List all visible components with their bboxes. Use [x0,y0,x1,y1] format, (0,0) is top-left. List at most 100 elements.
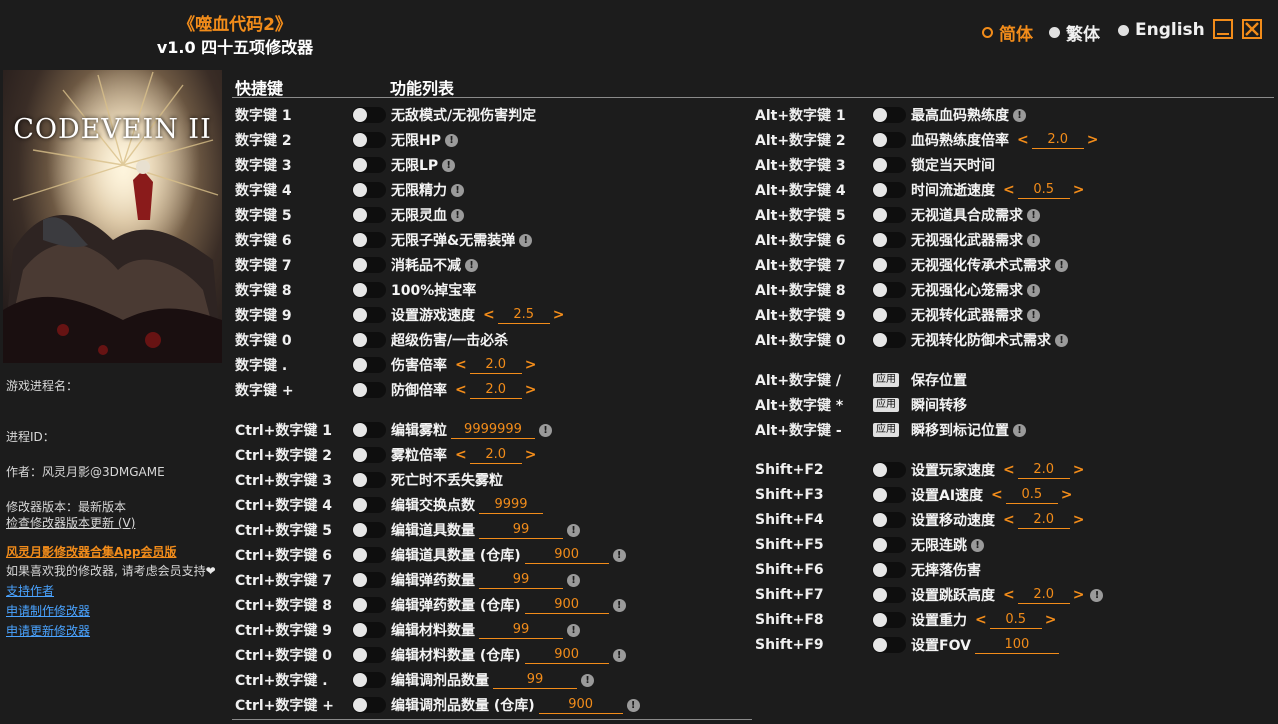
toggle-switch[interactable] [872,562,906,578]
decrease-arrow-icon[interactable]: < [453,382,469,398]
toggle-switch[interactable] [872,232,906,248]
toggle-switch[interactable] [352,647,386,663]
toggle-switch[interactable] [352,307,386,323]
support-author-link[interactable]: 支持作者 [6,582,54,599]
lang-english-option[interactable]: English [1118,20,1205,40]
value-input[interactable]: 9999 [479,497,543,514]
toggle-switch[interactable] [352,257,386,273]
toggle-switch[interactable] [872,307,906,323]
increase-arrow-icon[interactable]: > [551,307,567,323]
value-input[interactable]: 2.0 [1031,132,1084,149]
value-input[interactable]: 9999999 [451,422,535,439]
request-new-link[interactable]: 申请制作修改器 [6,602,90,619]
toggle-switch[interactable] [872,132,906,148]
toggle-switch[interactable] [352,132,386,148]
toggle-switch[interactable] [352,447,386,463]
toggle-switch[interactable] [872,587,906,603]
toggle-switch[interactable] [352,332,386,348]
decrease-arrow-icon[interactable]: < [1001,512,1017,528]
toggle-switch[interactable] [352,472,386,488]
value-input[interactable]: 100 [974,637,1059,654]
decrease-arrow-icon[interactable]: < [481,307,497,323]
toggle-switch[interactable] [872,637,906,653]
toggle-switch[interactable] [872,487,906,503]
value-input[interactable]: 2.0 [469,357,522,374]
toggle-switch[interactable] [352,357,386,373]
minimize-button[interactable] [1213,19,1233,39]
toggle-switch[interactable] [352,672,386,688]
toggle-switch[interactable] [352,282,386,298]
value-input[interactable]: 0.5 [989,612,1042,629]
toggle-switch[interactable] [352,207,386,223]
value-input[interactable]: 99 [479,572,563,589]
increase-arrow-icon[interactable]: > [1085,132,1101,148]
value-input[interactable]: 2.5 [497,307,550,324]
decrease-arrow-icon[interactable]: < [453,447,469,463]
toggle-switch[interactable] [872,282,906,298]
apply-button[interactable]: 应用 [873,423,899,437]
toggle-switch[interactable] [352,697,386,713]
value-input[interactable]: 900 [538,697,623,714]
toggle-switch[interactable] [872,107,906,123]
toggle-switch[interactable] [352,182,386,198]
value-input[interactable]: 99 [493,672,577,689]
decrease-arrow-icon[interactable]: < [989,487,1005,503]
request-update-link[interactable]: 申请更新修改器 [6,622,90,639]
toggle-switch[interactable] [352,157,386,173]
value-input[interactable]: 99 [479,522,563,539]
toggle-switch[interactable] [352,232,386,248]
toggle-switch[interactable] [872,257,906,273]
toggle-switch[interactable] [872,462,906,478]
toggle-switch[interactable] [352,522,386,538]
increase-arrow-icon[interactable]: > [1071,182,1087,198]
value-input[interactable]: 0.5 [1005,487,1058,504]
value-input[interactable]: 900 [524,547,609,564]
increase-arrow-icon[interactable]: > [523,382,539,398]
lang-traditional-option[interactable]: 繁体 [1049,20,1100,45]
toggle-switch[interactable] [872,537,906,553]
decrease-arrow-icon[interactable]: < [1001,587,1017,603]
increase-arrow-icon[interactable]: > [523,447,539,463]
toggle-switch[interactable] [352,422,386,438]
toggle-switch[interactable] [872,182,906,198]
toggle-switch[interactable] [352,107,386,123]
feature-row: 数字键 4 无限精力! [235,179,755,201]
increase-arrow-icon[interactable]: > [1043,612,1059,628]
value-input[interactable]: 2.0 [1017,512,1070,529]
decrease-arrow-icon[interactable]: < [1001,182,1017,198]
toggle-switch[interactable] [872,332,906,348]
lang-simplified-option[interactable]: 简体 [982,20,1033,45]
value-input[interactable]: 99 [479,622,563,639]
decrease-arrow-icon[interactable]: < [1001,462,1017,478]
apply-button[interactable]: 应用 [873,398,899,412]
toggle-switch[interactable] [872,612,906,628]
value-input[interactable]: 2.0 [469,382,522,399]
toggle-switch[interactable] [352,382,386,398]
close-button[interactable] [1242,19,1262,39]
increase-arrow-icon[interactable]: > [1071,462,1087,478]
increase-arrow-icon[interactable]: > [1071,587,1087,603]
toggle-switch[interactable] [352,572,386,588]
increase-arrow-icon[interactable]: > [523,357,539,373]
toggle-switch[interactable] [352,622,386,638]
app-promo-link[interactable]: 风灵月影修改器合集App会员版 [6,543,176,560]
increase-arrow-icon[interactable]: > [1059,487,1075,503]
value-input[interactable]: 2.0 [1017,587,1070,604]
decrease-arrow-icon[interactable]: < [453,357,469,373]
toggle-switch[interactable] [872,157,906,173]
value-input[interactable]: 2.0 [469,447,522,464]
toggle-switch[interactable] [352,497,386,513]
value-input[interactable]: 2.0 [1017,462,1070,479]
toggle-switch[interactable] [872,207,906,223]
increase-arrow-icon[interactable]: > [1071,512,1087,528]
value-input[interactable]: 0.5 [1017,182,1070,199]
decrease-arrow-icon[interactable]: < [1015,132,1031,148]
toggle-switch[interactable] [872,512,906,528]
decrease-arrow-icon[interactable]: < [973,612,989,628]
value-input[interactable]: 900 [524,597,609,614]
toggle-switch[interactable] [352,547,386,563]
check-update-link[interactable]: 检查修改器版本更新 (V) [6,514,135,531]
toggle-switch[interactable] [352,597,386,613]
apply-button[interactable]: 应用 [873,373,899,387]
value-input[interactable]: 900 [524,647,609,664]
